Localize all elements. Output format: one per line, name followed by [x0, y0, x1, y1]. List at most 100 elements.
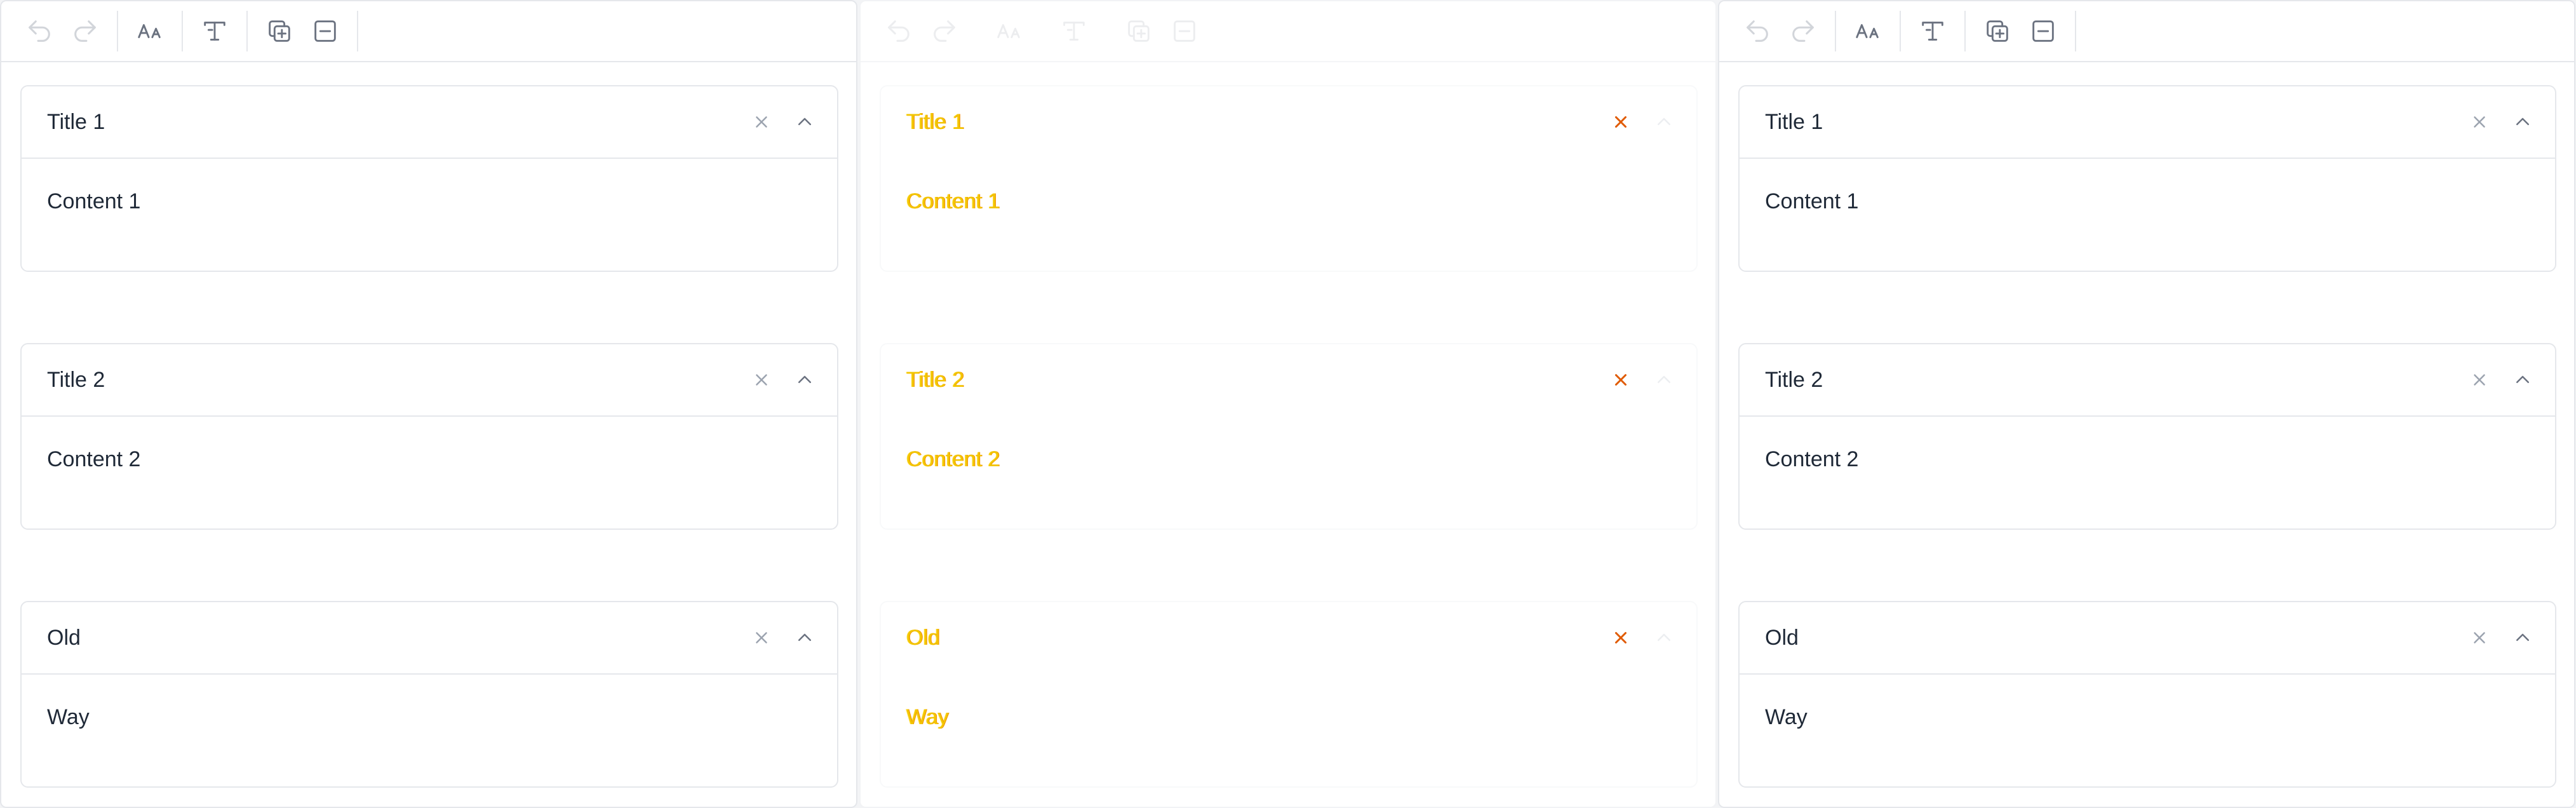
- accordion-content[interactable]: Content 2: [881, 417, 1696, 472]
- collapse-button[interactable]: [2509, 109, 2536, 135]
- text-style-button[interactable]: [1914, 12, 1952, 50]
- collapse-button[interactable]: [2509, 624, 2536, 651]
- text-style-button[interactable]: [196, 12, 234, 50]
- collapse-button[interactable]: [791, 624, 818, 651]
- text-style-icon: [204, 22, 225, 41]
- chevron-up-icon: [2516, 375, 2529, 383]
- duplicate-button[interactable]: [1978, 12, 2016, 50]
- close-button[interactable]: [748, 624, 775, 651]
- accordion-title[interactable]: Title 2: [1765, 368, 1823, 393]
- font-size-button[interactable]: [131, 12, 169, 50]
- accordion-content[interactable]: Content 2: [1740, 417, 2555, 472]
- close-icon: [2474, 116, 2485, 128]
- accordion-item: Old Way: [880, 601, 1698, 788]
- remove-button[interactable]: [306, 12, 344, 50]
- accordion-content[interactable]: Content 2: [22, 417, 837, 472]
- close-button[interactable]: [2466, 624, 2493, 651]
- editor-panel-middle: Title 1 Content 1 Title 2 Content 2 Old …: [859, 0, 1717, 808]
- accordion-title[interactable]: Title 2: [906, 368, 964, 393]
- toolbar-separator: [117, 11, 118, 51]
- accordion-content[interactable]: Content 1: [881, 159, 1696, 214]
- accordion-content[interactable]: Way: [1740, 675, 2555, 730]
- toolbar-separator: [2075, 11, 2076, 51]
- toolbar-separator: [1041, 11, 1042, 51]
- redo-icon: [934, 20, 955, 42]
- accordion-header[interactable]: Old: [22, 602, 837, 675]
- redo-button[interactable]: [925, 12, 963, 50]
- duplicate-icon: [1128, 20, 1150, 42]
- toolbar-separator: [976, 11, 977, 51]
- accordion-title[interactable]: Old: [1765, 626, 1799, 650]
- redo-icon: [1792, 20, 1814, 42]
- toolbar-separator: [246, 11, 248, 51]
- close-icon: [1615, 374, 1627, 386]
- accordion-header[interactable]: Title 1: [1740, 86, 2555, 159]
- accordion-item: Old Way: [20, 601, 838, 788]
- text-style-icon: [1922, 22, 1943, 41]
- accordion-title[interactable]: Title 2: [47, 368, 105, 393]
- font-size-icon: [1856, 24, 1879, 39]
- close-button[interactable]: [2466, 367, 2493, 393]
- undo-icon: [29, 20, 50, 42]
- accordion-content[interactable]: Content 1: [1740, 159, 2555, 214]
- accordion-header[interactable]: Old: [1740, 602, 2555, 675]
- accordion-title[interactable]: Old: [906, 626, 940, 650]
- undo-button[interactable]: [20, 12, 58, 50]
- redo-button[interactable]: [66, 12, 104, 50]
- undo-button[interactable]: [1738, 12, 1776, 50]
- duplicate-button[interactable]: [260, 12, 299, 50]
- toolbar-separator: [1106, 11, 1107, 51]
- accordion-header[interactable]: Old: [881, 602, 1696, 675]
- accordion-header[interactable]: Title 2: [1740, 344, 2555, 417]
- toolbar-separator: [357, 11, 358, 51]
- accordion-header[interactable]: Title 1: [881, 86, 1696, 159]
- font-size-button[interactable]: [1849, 12, 1887, 50]
- font-size-button[interactable]: [990, 12, 1028, 50]
- remove-icon: [314, 20, 336, 42]
- accordion-title[interactable]: Title 1: [47, 110, 105, 135]
- remove-icon: [1174, 20, 1195, 42]
- close-icon: [756, 116, 767, 128]
- remove-button[interactable]: [1165, 12, 1204, 50]
- accordion-header[interactable]: Title 1: [22, 86, 837, 159]
- font-size-icon: [138, 24, 161, 39]
- toolbar: [1, 1, 856, 62]
- chevron-up-icon: [798, 375, 811, 383]
- accordion-header[interactable]: Title 2: [881, 344, 1696, 417]
- chevron-up-icon: [1658, 633, 1670, 641]
- accordion-content[interactable]: Content 1: [22, 159, 837, 214]
- text-style-icon: [1063, 22, 1085, 41]
- accordion-title[interactable]: Title 1: [1765, 110, 1823, 135]
- remove-button[interactable]: [2024, 12, 2062, 50]
- editor-panel-left: Title 1 Content 1 Title 2 Content 2 Old …: [0, 0, 857, 808]
- chevron-up-icon: [798, 633, 811, 641]
- accordion-content[interactable]: Way: [22, 675, 837, 730]
- close-button[interactable]: [1607, 624, 1634, 651]
- collapse-button[interactable]: [791, 109, 818, 135]
- text-style-button[interactable]: [1055, 12, 1093, 50]
- duplicate-button[interactable]: [1120, 12, 1158, 50]
- toolbar-history-group: [876, 10, 967, 52]
- close-button[interactable]: [2466, 109, 2493, 135]
- accordion-title[interactable]: Old: [47, 626, 81, 650]
- close-button[interactable]: [748, 109, 775, 135]
- accordion-item: Title 1 Content 1: [880, 85, 1698, 272]
- duplicate-icon: [1987, 20, 2008, 42]
- remove-icon: [2032, 20, 2054, 42]
- close-button[interactable]: [748, 367, 775, 393]
- collapse-button[interactable]: [791, 367, 818, 393]
- collapse-button[interactable]: [1651, 109, 1677, 135]
- collapse-button[interactable]: [2509, 367, 2536, 393]
- redo-icon: [74, 20, 96, 42]
- accordion-content[interactable]: Way: [881, 675, 1696, 730]
- close-button[interactable]: [1607, 367, 1634, 393]
- accordion-header[interactable]: Title 2: [22, 344, 837, 417]
- toolbar-separator: [1964, 11, 1966, 51]
- collapse-button[interactable]: [1651, 624, 1677, 651]
- toolbar-history-group: [17, 10, 108, 52]
- accordion-title[interactable]: Title 1: [906, 110, 964, 135]
- close-button[interactable]: [1607, 109, 1634, 135]
- redo-button[interactable]: [1784, 12, 1822, 50]
- undo-button[interactable]: [880, 12, 918, 50]
- collapse-button[interactable]: [1651, 367, 1677, 393]
